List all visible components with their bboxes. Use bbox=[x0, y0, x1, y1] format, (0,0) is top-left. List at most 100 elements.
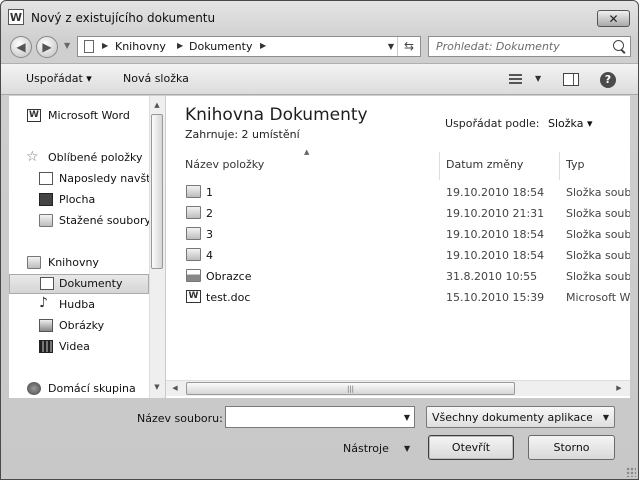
new-folder-button[interactable]: Nová složka bbox=[123, 72, 189, 85]
navigation-row: ◀ ▶ ▼ ▶ Knihovny ▶ Dokumenty ▶ ▼ ⇆ Prohl… bbox=[1, 35, 638, 61]
file-list-pane: Knihovna Dokumenty Zahrnuje: 2 umístění … bbox=[166, 96, 630, 398]
documents-icon bbox=[40, 277, 54, 290]
column-divider[interactable] bbox=[439, 152, 440, 180]
homegroup-icon bbox=[27, 382, 41, 395]
sidebar-item-favorites[interactable]: ☆ Oblíbené položky bbox=[9, 148, 149, 168]
music-icon: ♪ bbox=[39, 295, 48, 311]
sidebar-item-label: Microsoft Word bbox=[48, 109, 130, 122]
chevron-right-icon[interactable]: ▶ bbox=[177, 41, 183, 50]
filename-input[interactable] bbox=[228, 408, 402, 428]
recent-places-icon bbox=[39, 172, 53, 185]
folder-icon bbox=[186, 248, 201, 261]
views-dropdown-icon[interactable]: ▼ bbox=[535, 74, 541, 83]
chevron-down-icon[interactable]: ▼ bbox=[603, 413, 609, 422]
hscroll-thumb[interactable]: ||| bbox=[186, 382, 515, 395]
scroll-up-icon[interactable]: ▲ bbox=[150, 98, 164, 112]
breadcrumb-documents[interactable]: Dokumenty bbox=[189, 40, 252, 53]
sidebar-item-documents[interactable]: Dokumenty bbox=[9, 274, 149, 294]
sidebar-item-desktop[interactable]: Plocha bbox=[9, 190, 149, 210]
views-icon[interactable] bbox=[509, 74, 522, 84]
organize-button[interactable]: Uspořádat ▾ bbox=[26, 72, 92, 85]
sidebar-item-label: Naposledy navští bbox=[59, 172, 154, 185]
library-locations[interactable]: Zahrnuje: 2 umístění bbox=[185, 128, 300, 141]
sidebar-scrollbar[interactable]: ▲ ▼ bbox=[149, 96, 165, 398]
file-row[interactable]: W test.doc 15.10.2010 15:39 Microsoft Wo… bbox=[166, 287, 630, 308]
window-title: Nový z existujícího dokumentu bbox=[31, 11, 216, 25]
refresh-icon[interactable]: ⇆ bbox=[397, 37, 420, 56]
tools-menu-button[interactable]: Nástroje bbox=[343, 442, 389, 455]
sidebar-item-label: Obrázky bbox=[59, 319, 105, 332]
sidebar-item-recent-places[interactable]: Naposledy navští bbox=[9, 169, 154, 189]
scroll-down-icon[interactable]: ▼ bbox=[150, 380, 164, 394]
sidebar-item-downloads[interactable]: Stažené soubory bbox=[9, 211, 151, 231]
column-header-type[interactable]: Typ bbox=[566, 158, 585, 171]
navigation-pane: W Microsoft Word ☆ Oblíbené položky Napo… bbox=[9, 96, 165, 398]
sidebar-item-pictures[interactable]: Obrázky bbox=[9, 316, 149, 336]
file-date: 19.10.2010 18:54 bbox=[446, 249, 545, 262]
back-button[interactable]: ◀ bbox=[10, 36, 32, 58]
file-type: Složka souborů bbox=[566, 270, 630, 283]
chevron-right-icon[interactable]: ▶ bbox=[260, 41, 266, 50]
scroll-left-icon[interactable]: ◀ bbox=[168, 381, 182, 395]
file-type: Složka souborů bbox=[566, 249, 630, 262]
preview-pane-icon[interactable] bbox=[563, 73, 579, 86]
file-row[interactable]: Obrazce 31.8.2010 10:55 Složka souborů bbox=[166, 266, 630, 287]
file-row[interactable]: 4 19.10.2010 18:54 Složka souborů bbox=[166, 245, 630, 266]
address-bar[interactable]: ▶ Knihovny ▶ Dokumenty ▶ ▼ ⇆ bbox=[77, 36, 421, 57]
filename-dropdown-icon[interactable]: ▼ bbox=[404, 413, 410, 422]
address-dropdown-icon[interactable]: ▼ bbox=[388, 42, 394, 51]
filename-field[interactable]: ▼ bbox=[225, 406, 415, 428]
forward-button[interactable]: ▶ bbox=[36, 36, 58, 58]
help-icon[interactable]: ? bbox=[600, 72, 616, 88]
search-placeholder: Prohledat: Dokumenty bbox=[436, 40, 560, 53]
chevron-right-icon[interactable]: ▶ bbox=[102, 41, 108, 50]
cancel-button[interactable]: Storno bbox=[528, 435, 615, 460]
file-type: Složka souborů bbox=[566, 207, 630, 220]
file-name: 2 bbox=[206, 207, 213, 220]
sidebar-item-videos[interactable]: Videa bbox=[9, 337, 149, 357]
file-name: 3 bbox=[206, 228, 213, 241]
file-row[interactable]: 2 19.10.2010 21:31 Složka souborů bbox=[166, 203, 630, 224]
file-row[interactable]: 1 19.10.2010 18:54 Složka souborů bbox=[166, 182, 630, 203]
search-input[interactable]: Prohledat: Dokumenty bbox=[428, 36, 631, 57]
sidebar-scroll-thumb[interactable] bbox=[151, 114, 163, 269]
sidebar-item-libraries[interactable]: Knihovny bbox=[9, 253, 149, 273]
file-name: Obrazce bbox=[206, 270, 252, 283]
file-list-hscrollbar[interactable]: ◀ ||| ▶ bbox=[166, 380, 630, 396]
file-date: 19.10.2010 18:54 bbox=[446, 186, 545, 199]
open-button[interactable]: Otevřít bbox=[428, 435, 514, 460]
sidebar-item-music[interactable]: ♪ Hudba bbox=[9, 295, 149, 315]
file-type: Složka souborů bbox=[566, 186, 630, 199]
sidebar-item-label: Plocha bbox=[59, 193, 96, 206]
command-toolbar: Uspořádat ▾ Nová složka ▼ ? bbox=[1, 63, 638, 95]
arrange-by-label: Uspořádat podle: bbox=[445, 117, 540, 130]
scroll-right-icon[interactable]: ▶ bbox=[612, 381, 626, 395]
file-type: Microsoft Word bbox=[566, 291, 630, 304]
file-date: 19.10.2010 18:54 bbox=[446, 228, 545, 241]
documents-icon bbox=[84, 40, 94, 53]
file-date: 15.10.2010 15:39 bbox=[446, 291, 545, 304]
column-header-date[interactable]: Datum změny bbox=[446, 158, 523, 171]
arrange-by-dropdown[interactable]: Složka ▾ bbox=[548, 117, 592, 130]
star-icon: ☆ bbox=[26, 149, 39, 165]
close-button[interactable]: ✕ bbox=[597, 10, 630, 27]
sidebar-item-microsoft-word[interactable]: W Microsoft Word bbox=[9, 106, 149, 126]
search-icon[interactable] bbox=[613, 40, 624, 51]
column-divider[interactable] bbox=[559, 152, 560, 180]
file-row[interactable]: 3 19.10.2010 18:54 Složka souborů bbox=[166, 224, 630, 245]
folder-icon bbox=[186, 206, 201, 219]
column-header-name[interactable]: Název položky bbox=[185, 158, 264, 171]
file-type-filter-value: Všechny dokumenty aplikace Word bbox=[432, 411, 592, 424]
recent-pages-dropdown-icon[interactable]: ▼ bbox=[64, 41, 70, 50]
file-type-filter-select[interactable]: Všechny dokumenty aplikace Word ▼ bbox=[426, 406, 615, 428]
resize-grip-icon[interactable] bbox=[626, 467, 636, 477]
folder-pictures-icon bbox=[186, 269, 201, 282]
tools-dropdown-icon[interactable]: ▼ bbox=[404, 444, 410, 453]
breadcrumb-libraries[interactable]: Knihovny bbox=[115, 40, 166, 53]
downloads-icon bbox=[39, 214, 53, 227]
file-type: Složka souborů bbox=[566, 228, 630, 241]
open-dialog-window: W Nový z existujícího dokumentu ✕ ◀ ▶ ▼ … bbox=[0, 0, 639, 480]
sidebar-item-homegroup[interactable]: Domácí skupina bbox=[9, 379, 149, 399]
file-date: 19.10.2010 21:31 bbox=[446, 207, 545, 220]
title-bar: W Nový z existujícího dokumentu ✕ bbox=[1, 1, 638, 35]
